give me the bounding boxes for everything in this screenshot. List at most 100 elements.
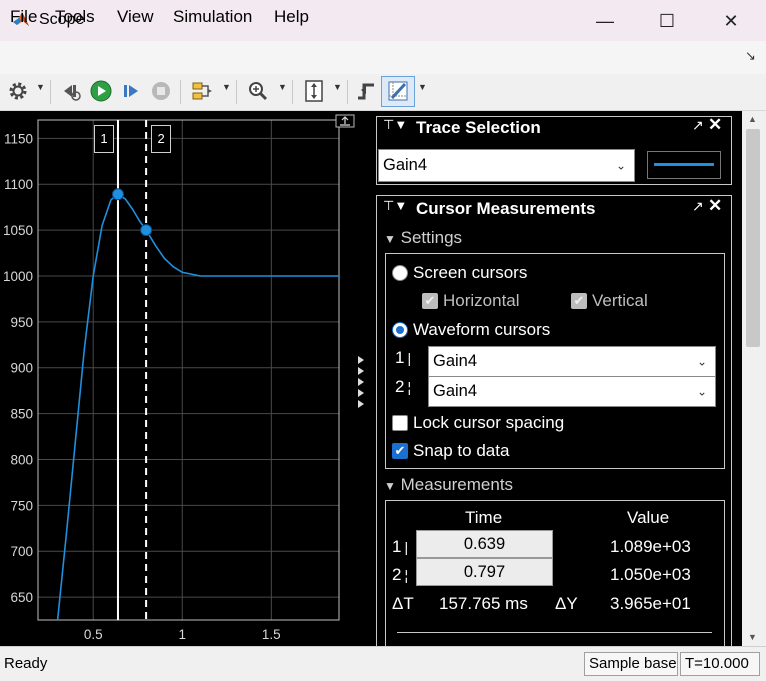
y-tick-label: 800 <box>10 452 33 467</box>
settings-icon <box>9 82 27 100</box>
y-tick-label: 1050 <box>3 223 33 238</box>
cursor-point-2 <box>140 224 153 237</box>
signal-trace <box>56 193 339 621</box>
toolbar-separator <box>347 80 348 104</box>
scroll-down-icon[interactable]: ▼ <box>748 632 757 642</box>
menu-simulation[interactable]: Simulation <box>173 7 252 27</box>
waveform-cursors-radio[interactable] <box>392 322 408 338</box>
run-icon <box>90 80 112 102</box>
y-tick-label: 950 <box>10 315 33 330</box>
close-section-icon[interactable]: ✕ <box>708 196 722 216</box>
scale-y-axis-button[interactable] <box>300 77 328 105</box>
toolbar-separator <box>50 80 51 104</box>
x-tick-label: 1 <box>179 627 187 642</box>
close-section-icon[interactable]: ✕ <box>708 115 722 135</box>
chevron-down-icon: ⌄ <box>696 383 707 398</box>
zoom-button[interactable] <box>244 77 272 105</box>
checkmark-icon: ✔ <box>573 293 585 308</box>
undock-icon[interactable]: ↗ <box>692 198 704 215</box>
measurements-dropdown-icon[interactable]: ▼ <box>418 82 427 92</box>
lock-cursor-spacing-label: Lock cursor spacing <box>413 413 565 432</box>
triggers-button[interactable] <box>353 77 379 105</box>
measurements-divider <box>397 632 712 633</box>
cursor-measurements-icon <box>388 81 408 101</box>
cursor-2-time-field[interactable]: 0.797 <box>416 558 553 586</box>
cursor-measurements-title: Cursor Measurements <box>416 199 596 218</box>
step-back-button[interactable] <box>58 77 84 105</box>
maximize-button[interactable]: ☐ <box>644 6 690 36</box>
stop-button[interactable] <box>148 77 174 105</box>
waveform-cursors-label: Waveform cursors <box>413 320 551 339</box>
snap-to-data-checkbox[interactable]: ✔ <box>392 443 408 459</box>
measurement-row-1-number: 1 | <box>392 537 409 556</box>
lock-cursor-spacing-checkbox[interactable] <box>392 415 408 431</box>
cursor-1-signal-dropdown[interactable]: Gain4 ⌄ <box>428 346 716 377</box>
measurement-row-2-number: 2 ¦ <box>392 565 409 584</box>
sample-mode-indicator: Sample based <box>584 652 678 676</box>
delta-t-label: ΔT <box>392 594 414 613</box>
signal-dropdown-icon[interactable]: ▼ <box>222 82 231 92</box>
cursor-1-time-field[interactable]: 0.639 <box>416 530 553 558</box>
checkmark-icon: ✔ <box>394 443 406 458</box>
step-forward-button[interactable] <box>118 77 144 105</box>
toolbar-separator <box>292 80 293 104</box>
zoom-icon <box>249 82 268 101</box>
cursor-measurements-button[interactable] <box>384 77 412 105</box>
screen-cursors-radio[interactable] <box>392 265 408 281</box>
radio-selected-dot <box>396 326 404 334</box>
menu-file[interactable]: File <box>10 7 37 27</box>
snap-to-data-label: Snap to data <box>413 441 510 460</box>
minimize-icon: — <box>596 10 614 31</box>
step-forward-icon <box>124 85 138 97</box>
cursor-2-value: 1.050e+03 <box>610 565 691 584</box>
cursor-point-1 <box>111 188 124 201</box>
signal-selection-button[interactable] <box>188 77 216 105</box>
x-tick-label: 0.5 <box>84 627 103 642</box>
trace-color-swatch[interactable] <box>647 151 721 179</box>
y-tick-label: 700 <box>10 544 33 559</box>
y-tick-label: 1100 <box>4 177 33 192</box>
vertical-checkbox[interactable]: ✔ <box>571 293 587 309</box>
delta-y-value: 3.965e+01 <box>610 594 691 613</box>
settings-dropdown-icon[interactable]: ▼ <box>36 82 45 92</box>
signal-selection-icon <box>192 82 212 100</box>
pin-icon[interactable]: ⊤▼ <box>383 117 407 133</box>
sim-time-indicator: T=10.000 <box>680 652 760 676</box>
close-icon: ✕ <box>723 10 739 31</box>
chevron-down-icon: ⌄ <box>696 353 707 368</box>
cursor-1-flag[interactable]: 1 <box>93 125 114 153</box>
delta-t-value: 157.765 ms <box>439 594 528 613</box>
horizontal-checkbox[interactable]: ✔ <box>422 293 438 309</box>
screen-cursors-label: Screen cursors <box>413 263 528 282</box>
chevron-down-icon: ⌄ <box>615 157 626 172</box>
minimize-button[interactable]: — <box>582 6 628 36</box>
y-tick-label: 750 <box>10 498 33 513</box>
scroll-up-icon[interactable]: ▲ <box>748 114 757 124</box>
x-tick-label: 1.5 <box>262 627 281 642</box>
cursor-2-flag[interactable]: 2 <box>151 125 172 153</box>
vertical-label: Vertical <box>592 291 648 310</box>
settings-button[interactable] <box>5 77 31 105</box>
pin-icon[interactable]: ⊤▼ <box>383 198 407 214</box>
menu-view[interactable]: View <box>117 7 154 27</box>
settings-collapse-toggle[interactable]: ▼ Settings <box>384 228 462 248</box>
undock-icon[interactable]: ↗ <box>692 117 704 134</box>
scale-dropdown-icon[interactable]: ▼ <box>333 82 342 92</box>
measurements-collapse-toggle[interactable]: ▼ Measurements <box>384 475 513 495</box>
zoom-dropdown-icon[interactable]: ▼ <box>278 82 287 92</box>
triangle-down-icon: ▼ <box>384 232 396 246</box>
run-button[interactable] <box>88 77 114 105</box>
menu-help[interactable]: Help <box>274 7 309 27</box>
scrollbar-thumb[interactable] <box>746 129 760 347</box>
y-tick-label: 1150 <box>4 131 33 146</box>
cursor-1-signal-value: Gain4 <box>433 352 478 370</box>
close-window-button[interactable]: ✕ <box>708 6 754 36</box>
time-column-header: Time <box>465 508 503 527</box>
menu-tools[interactable]: Tools <box>55 7 95 27</box>
y-tick-label: 850 <box>10 407 33 422</box>
trace-select-dropdown[interactable]: Gain4 ⌄ <box>378 149 635 182</box>
dock-arrow-icon[interactable]: ↘ <box>745 48 756 64</box>
scope-plot[interactable]: 1150 1100 1050 1000 950 900 850 800 750 700 650 0.5… <box>0 111 376 646</box>
cursor-2-signal-dropdown[interactable]: Gain4 ⌄ <box>428 376 716 407</box>
collapse-panel-arrows-icon[interactable] <box>358 356 364 408</box>
